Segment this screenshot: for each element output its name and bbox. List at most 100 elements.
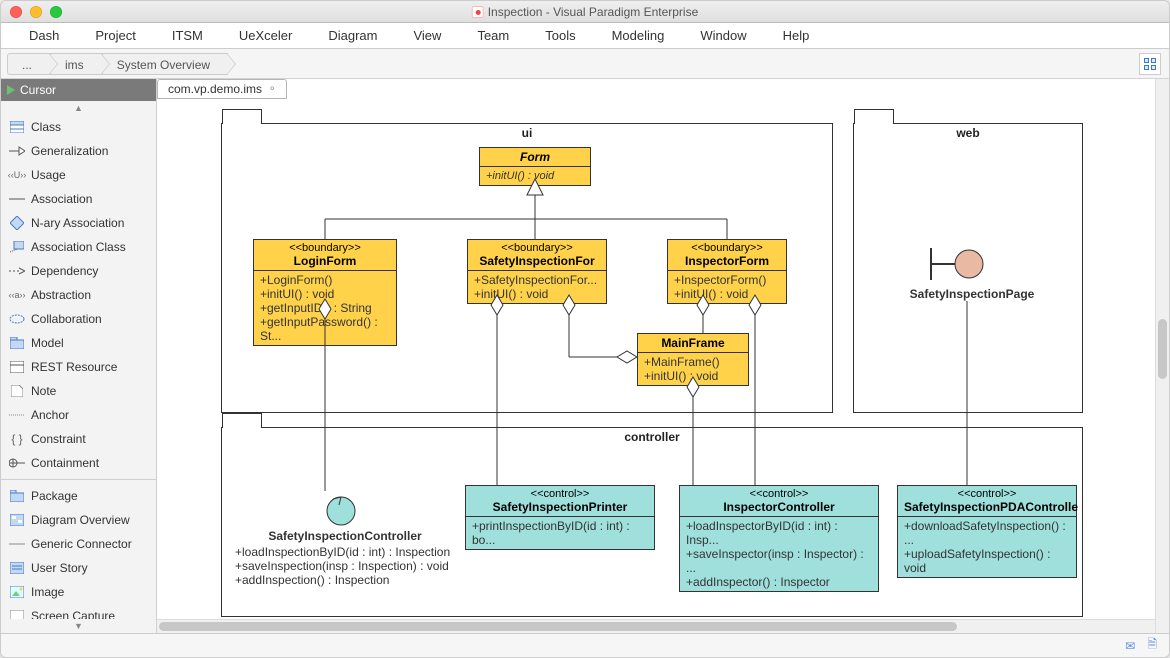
usage-icon: ‹‹U››: [9, 168, 25, 182]
menu-dash[interactable]: Dash: [11, 23, 77, 48]
containment-icon: [9, 456, 25, 470]
palette-item-collaboration[interactable]: Collaboration: [1, 307, 156, 331]
palette-label: Dependency: [31, 264, 98, 278]
palette-item-constraint[interactable]: { } Constraint: [1, 427, 156, 451]
dependency-icon: [9, 264, 25, 278]
palette-item-containment[interactable]: Containment: [1, 451, 156, 475]
titlebar: Inspection - Visual Paradigm Enterprise: [1, 1, 1169, 23]
palette-item-anchor[interactable]: Anchor: [1, 403, 156, 427]
constraint-icon: { }: [9, 432, 25, 446]
palette-scroll-down[interactable]: ▼: [1, 619, 156, 633]
palette-label: User Story: [31, 561, 88, 575]
palette-label: Class: [31, 120, 61, 134]
palette-label: Model: [31, 336, 64, 350]
palette-label: Generic Connector: [31, 537, 132, 551]
palette-cursor-tool[interactable]: Cursor: [1, 79, 156, 101]
palette-label: Constraint: [31, 432, 86, 446]
image-icon: [9, 585, 25, 599]
statusbar: ✉ 🗎: [1, 633, 1169, 657]
palette-selected-label: Cursor: [20, 83, 56, 97]
rest-icon: [9, 360, 25, 374]
assoc-class-icon: [9, 240, 25, 254]
user-story-icon: [9, 561, 25, 575]
minimize-window-button[interactable]: [30, 6, 42, 18]
palette-label: REST Resource: [31, 360, 117, 374]
menu-diagram[interactable]: Diagram: [310, 23, 395, 48]
menu-uexceler[interactable]: UeXceler: [221, 23, 310, 48]
switch-diagram-button[interactable]: [1139, 53, 1161, 75]
menu-itsm[interactable]: ITSM: [154, 23, 221, 48]
association-icon: [9, 192, 25, 206]
diagram-tab[interactable]: com.vp.demo.ims ⚬: [157, 79, 287, 99]
palette-item-user-story[interactable]: User Story: [1, 556, 156, 580]
palette-label: Abstraction: [31, 288, 91, 302]
palette-item-image[interactable]: Image: [1, 580, 156, 604]
palette-item-association[interactable]: Association: [1, 187, 156, 211]
palette-item-nary-association[interactable]: N-ary Association: [1, 211, 156, 235]
anchor-icon: [9, 408, 25, 422]
palette-item-association-class[interactable]: Association Class: [1, 235, 156, 259]
tab-label: com.vp.demo.ims: [168, 82, 262, 96]
palette-label: Containment: [31, 456, 99, 470]
palette-item-generalization[interactable]: Generalization: [1, 139, 156, 163]
vertical-scrollbar[interactable]: [1155, 79, 1169, 633]
palette-item-usage[interactable]: ‹‹U›› Usage: [1, 163, 156, 187]
cursor-icon: [7, 85, 15, 95]
palette-item-screen-capture[interactable]: Screen Capture: [1, 604, 156, 619]
generalization-icon: [9, 144, 25, 158]
window-title: Inspection - Visual Paradigm Enterprise: [488, 5, 699, 19]
palette-label: Generalization: [31, 144, 108, 158]
menu-modeling[interactable]: Modeling: [594, 23, 683, 48]
grid-icon: [1143, 57, 1157, 71]
palette-label: Anchor: [31, 408, 69, 422]
palette-label: Screen Capture: [31, 609, 115, 619]
diagram-overview-icon: [9, 513, 25, 527]
palette-label: Diagram Overview: [31, 513, 130, 527]
mail-icon[interactable]: ✉: [1125, 639, 1135, 653]
menu-project[interactable]: Project: [77, 23, 153, 48]
close-window-button[interactable]: [10, 6, 22, 18]
app-window: Inspection - Visual Paradigm Enterprise …: [0, 0, 1170, 658]
palette-label: Image: [31, 585, 64, 599]
menubar: Dash Project ITSM UeXceler Diagram View …: [1, 23, 1169, 49]
palette-item-note[interactable]: Note: [1, 379, 156, 403]
diagram-connectors: [157, 79, 1157, 633]
model-icon: [9, 336, 25, 350]
palette-label: Association: [31, 192, 92, 206]
menu-help[interactable]: Help: [765, 23, 828, 48]
collaboration-icon: [9, 312, 25, 326]
diagram-canvas[interactable]: com.vp.demo.ims⚬ ui web controller: [157, 79, 1169, 633]
menu-tools[interactable]: Tools: [527, 23, 593, 48]
maximize-window-button[interactable]: [50, 6, 62, 18]
palette-label: N-ary Association: [31, 216, 124, 230]
palette-item-package[interactable]: Package: [1, 484, 156, 508]
palette-item-diagram-overview[interactable]: Diagram Overview: [1, 508, 156, 532]
breadcrumb-root[interactable]: ...: [7, 53, 50, 75]
palette-label: Usage: [31, 168, 66, 182]
tool-palette: Cursor ▲ Class Generalization ‹‹U›› Usage…: [1, 79, 157, 633]
breadcrumb-bar: ... ims System Overview: [1, 49, 1169, 79]
breadcrumb-system-overview[interactable]: System Overview: [102, 53, 228, 75]
menu-window[interactable]: Window: [682, 23, 764, 48]
abstraction-icon: ‹‹a››: [9, 288, 25, 302]
palette-item-model[interactable]: Model: [1, 331, 156, 355]
horizontal-scrollbar[interactable]: [157, 619, 1155, 633]
screen-capture-icon: [9, 609, 25, 619]
menu-view[interactable]: View: [395, 23, 459, 48]
app-icon: [472, 6, 484, 18]
notes-icon[interactable]: 🗎: [1147, 635, 1157, 656]
palette-label: Note: [31, 384, 56, 398]
palette-item-rest-resource[interactable]: REST Resource: [1, 355, 156, 379]
palette-item-class[interactable]: Class: [1, 115, 156, 139]
palette-item-generic-connector[interactable]: Generic Connector: [1, 532, 156, 556]
palette-divider: [1, 479, 156, 480]
palette-label: Association Class: [31, 240, 126, 254]
palette-item-dependency[interactable]: Dependency: [1, 259, 156, 283]
palette-label: Collaboration: [31, 312, 102, 326]
palette-scroll-up[interactable]: ▲: [1, 101, 156, 115]
tab-search-icon: ⚬: [268, 84, 276, 95]
palette-item-abstraction[interactable]: ‹‹a›› Abstraction: [1, 283, 156, 307]
menu-team[interactable]: Team: [459, 23, 527, 48]
connector-icon: [9, 537, 25, 551]
palette-label: Package: [31, 489, 78, 503]
